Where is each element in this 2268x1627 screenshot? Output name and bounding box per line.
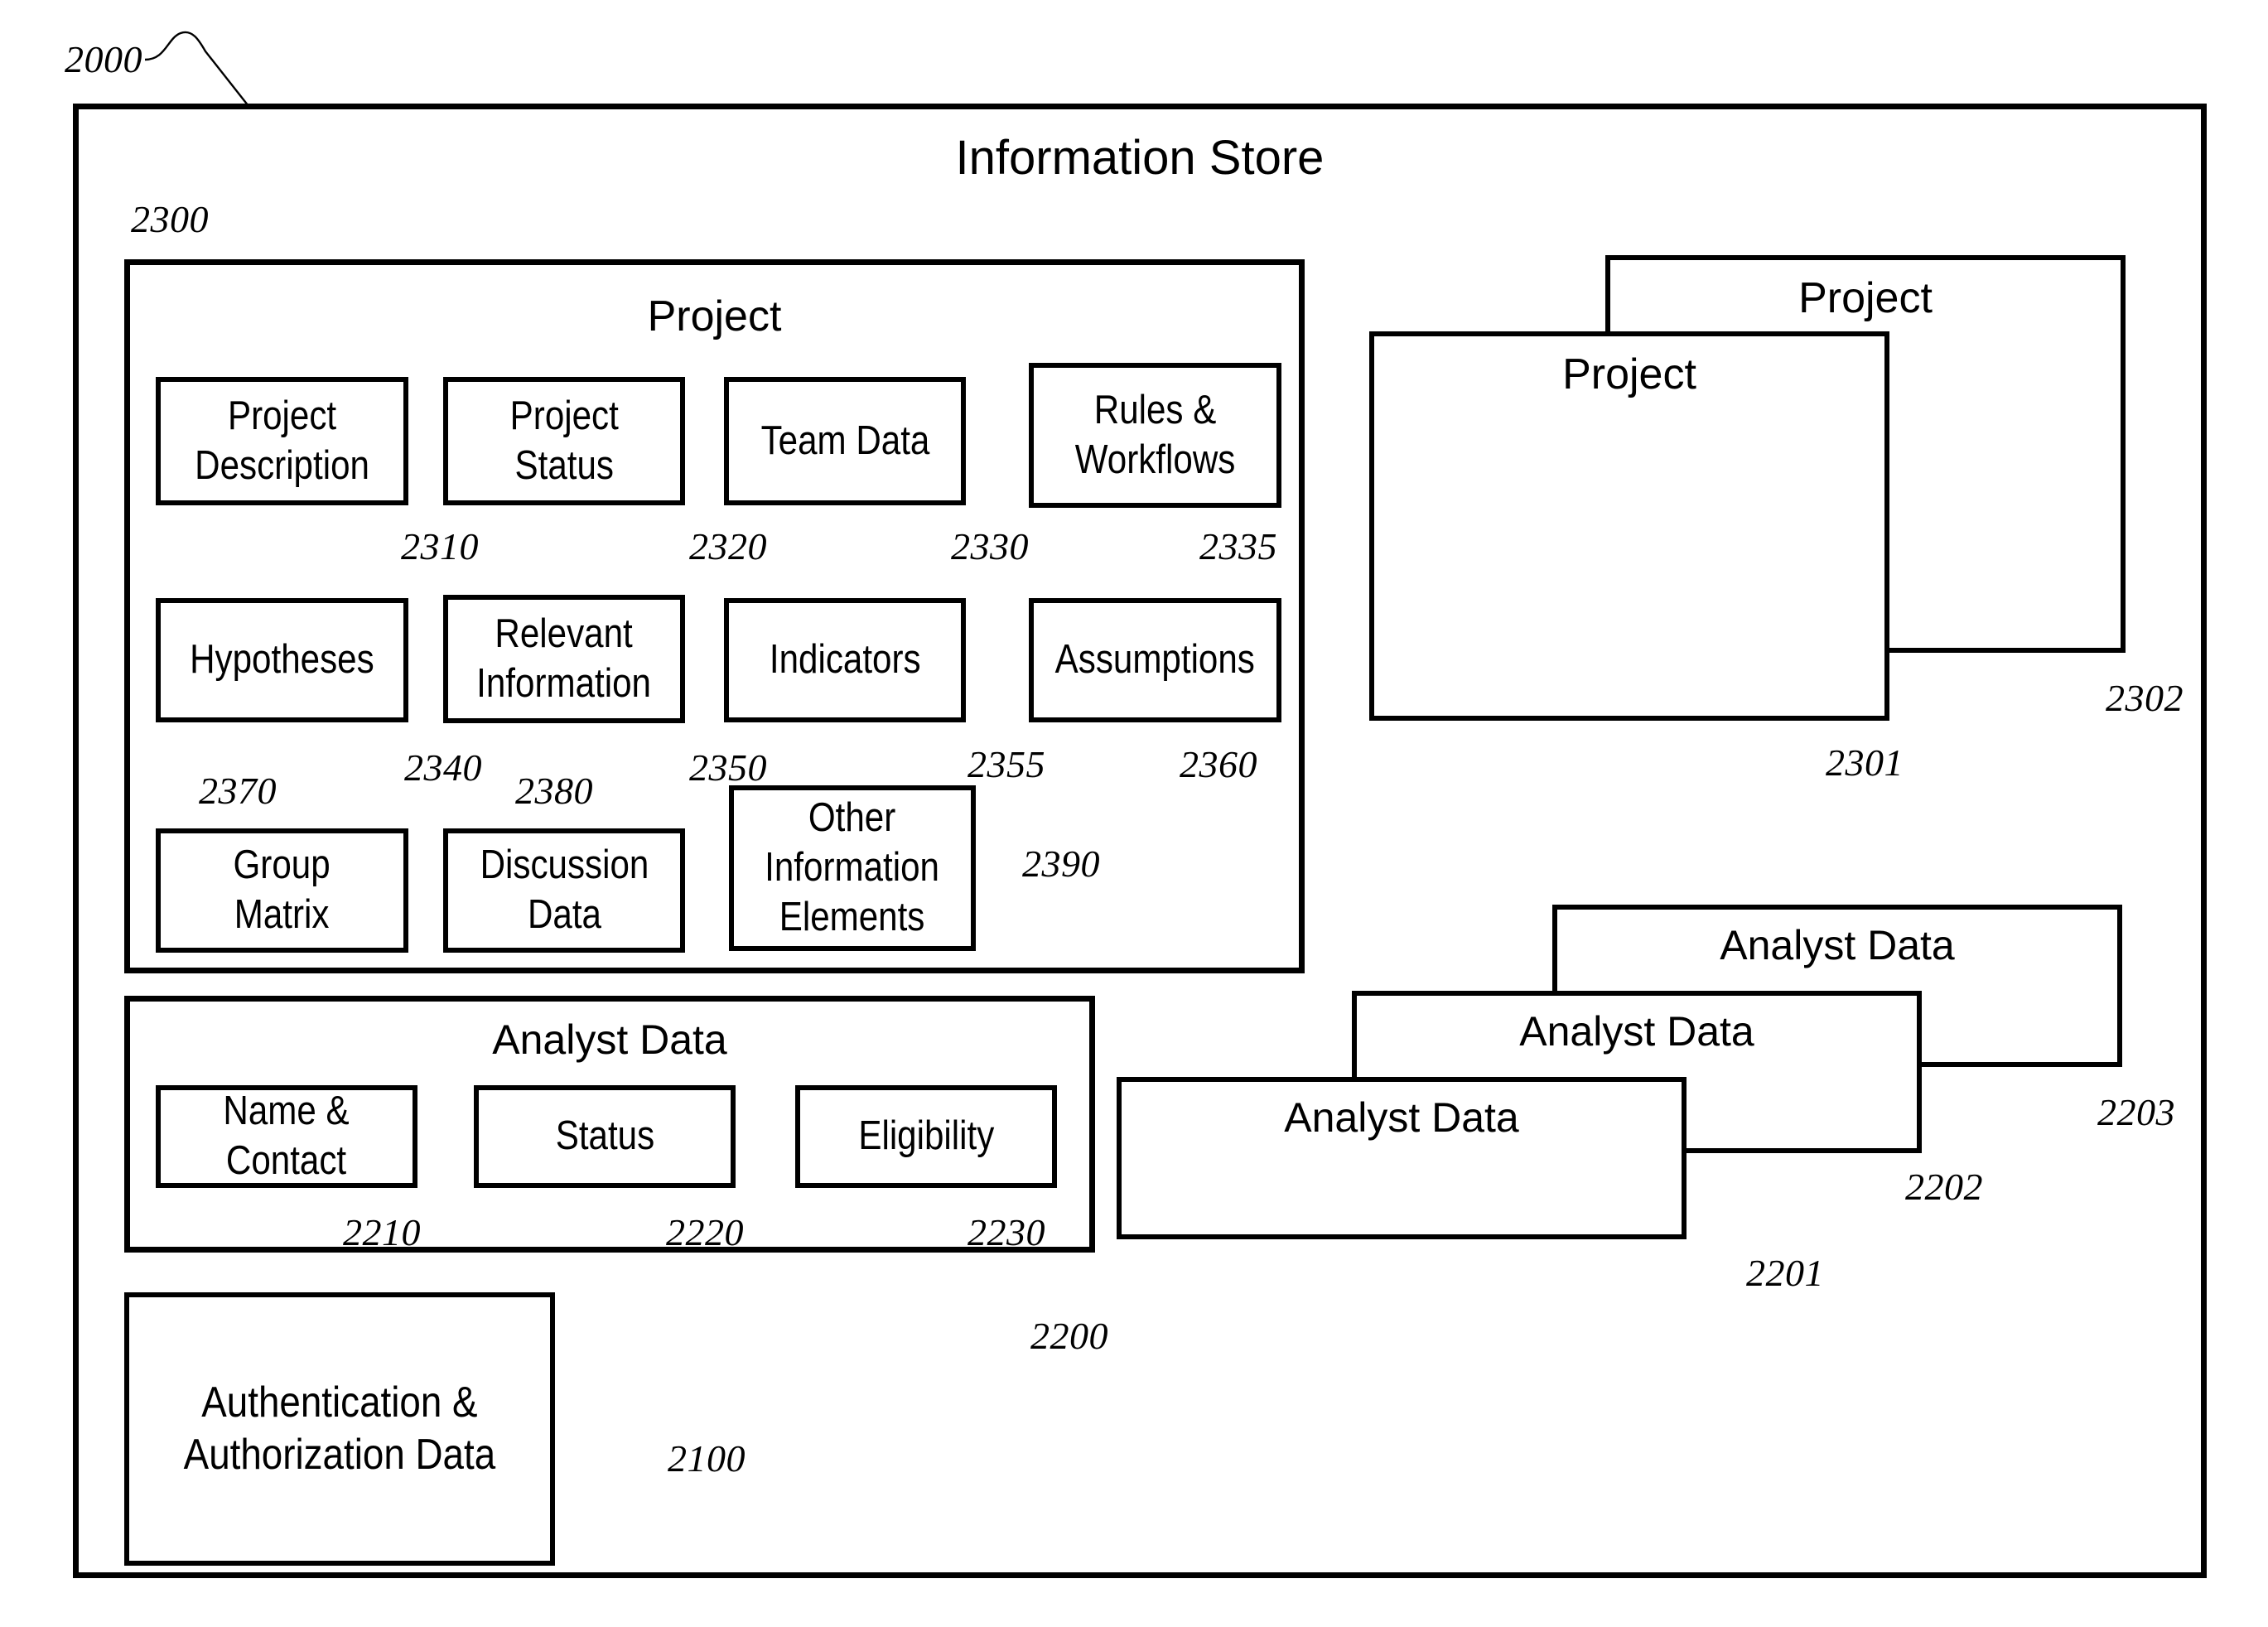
figure-canvas: Information Store 2000 Project 2300 Proj…	[0, 0, 2268, 1627]
project-item-label: Project Description	[195, 393, 369, 488]
ref-2330: 2330	[951, 525, 1029, 567]
ref-2201: 2201	[1746, 1252, 1824, 1294]
analyst-card-2202-title: Analyst Data	[1519, 1008, 1754, 1055]
project-item-rules-workflows: Rules & Workflows	[1029, 363, 1281, 508]
project-item-hypotheses: Hypotheses	[156, 598, 408, 722]
project-item-relevant-information: Relevant Information	[443, 595, 685, 723]
project-item-label: Indicators	[769, 637, 921, 683]
project-item-project-status: Project Status	[443, 377, 685, 505]
project-card-2302-title: Project	[1798, 274, 1933, 322]
project-item-label: Hypotheses	[190, 637, 374, 683]
project-item-label: Project Status	[509, 393, 619, 488]
ref-2000: 2000	[65, 38, 142, 80]
ref-2202: 2202	[1905, 1166, 1983, 1208]
analyst-item-label: Status	[555, 1113, 654, 1159]
ref-2203: 2203	[2097, 1091, 2175, 1133]
analyst-data-panel-title: Analyst Data	[492, 1016, 727, 1063]
project-item-label: Group Matrix	[233, 842, 331, 937]
ref-2320: 2320	[689, 525, 767, 567]
project-item-label: Discussion Data	[480, 842, 649, 937]
analyst-item-name-contact: Name & Contact	[156, 1085, 417, 1188]
analyst-card-2203-title: Analyst Data	[1720, 922, 1955, 968]
ref-2302: 2302	[2106, 677, 2184, 719]
project-panel-title: Project	[647, 292, 782, 340]
ref-2360: 2360	[1180, 743, 1257, 785]
ref-2310: 2310	[401, 525, 479, 567]
project-card-2301-title: Project	[1562, 350, 1696, 398]
project-item-assumptions: Assumptions	[1029, 598, 1281, 722]
project-item-indicators: Indicators	[724, 598, 966, 722]
ref-2301: 2301	[1826, 741, 1904, 784]
ref-2340: 2340	[404, 746, 482, 789]
project-item-team-data: Team Data	[724, 377, 966, 505]
project-item-label: Relevant Information	[476, 611, 652, 706]
ref-2335: 2335	[1199, 525, 1277, 567]
ref-2300: 2300	[131, 198, 209, 240]
project-item-label: Assumptions	[1054, 637, 1256, 683]
information-store-title: Information Store	[955, 131, 1325, 185]
ref-2220: 2220	[666, 1211, 744, 1253]
project-item-other-information-elements: Other Information Elements	[729, 785, 976, 951]
authentication-authorization-data-box: Authentication & Authorization Data	[124, 1292, 555, 1566]
project-item-discussion-data: Discussion Data	[443, 828, 685, 953]
ref-2200: 2200	[1030, 1315, 1108, 1357]
ref-2390: 2390	[1022, 842, 1100, 885]
analyst-card-2201-title: Analyst Data	[1284, 1094, 1519, 1141]
ref-2100: 2100	[668, 1437, 746, 1480]
analyst-item-label: Name & Contact	[223, 1089, 350, 1183]
ref-2370: 2370	[199, 770, 277, 812]
authentication-authorization-data-label: Authentication & Authorization Data	[183, 1378, 496, 1479]
ref-2355: 2355	[968, 743, 1045, 785]
project-item-label: Rules & Workflows	[1074, 387, 1236, 482]
ref-2230: 2230	[968, 1211, 1045, 1253]
analyst-item-eligibility: Eligibility	[795, 1085, 1057, 1188]
analyst-item-label: Eligibility	[858, 1113, 994, 1159]
project-item-group-matrix: Group Matrix	[156, 828, 408, 953]
ref-2210: 2210	[343, 1211, 421, 1253]
ref-2380: 2380	[515, 770, 593, 812]
project-item-label: Team Data	[760, 418, 929, 463]
project-item-label: Other Information Elements	[765, 795, 940, 939]
analyst-item-status: Status	[474, 1085, 736, 1188]
ref-2350: 2350	[689, 746, 767, 789]
project-item-project-description: Project Description	[156, 377, 408, 505]
